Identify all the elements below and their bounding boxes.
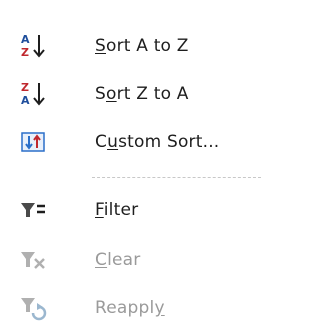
menu-separator <box>92 177 261 178</box>
filter-icon <box>18 195 48 225</box>
sort-a-to-z-label: Sort A to Z <box>95 36 189 56</box>
reapply-filter-item[interactable]: Reapply <box>0 288 261 328</box>
clear-filter-icon <box>18 245 48 275</box>
sort-filter-menu: A Z Sort A to Z Z A Sort Z to A Custom S… <box>0 0 261 334</box>
sort-a-to-z-icon: A Z <box>18 31 48 61</box>
clear-filter-item[interactable]: Clear <box>0 240 261 280</box>
sort-z-to-a-label: Sort Z to A <box>95 84 189 104</box>
svg-text:Z: Z <box>21 81 29 94</box>
sort-z-to-a-item[interactable]: Z A Sort Z to A <box>0 74 261 114</box>
sort-a-to-z-item[interactable]: A Z Sort A to Z <box>0 26 261 66</box>
svg-text:A: A <box>21 33 30 46</box>
custom-sort-item[interactable]: Custom Sort... <box>0 122 261 162</box>
custom-sort-label: Custom Sort... <box>95 132 220 152</box>
sort-z-to-a-icon: Z A <box>18 79 48 109</box>
filter-item[interactable]: Filter <box>0 190 261 230</box>
custom-sort-icon <box>18 127 48 157</box>
filter-label: Filter <box>95 200 139 220</box>
svg-text:Z: Z <box>21 46 29 59</box>
svg-text:A: A <box>21 94 30 107</box>
clear-filter-label: Clear <box>95 250 141 270</box>
reapply-filter-label: Reapply <box>95 298 165 318</box>
reapply-filter-icon <box>18 293 48 323</box>
